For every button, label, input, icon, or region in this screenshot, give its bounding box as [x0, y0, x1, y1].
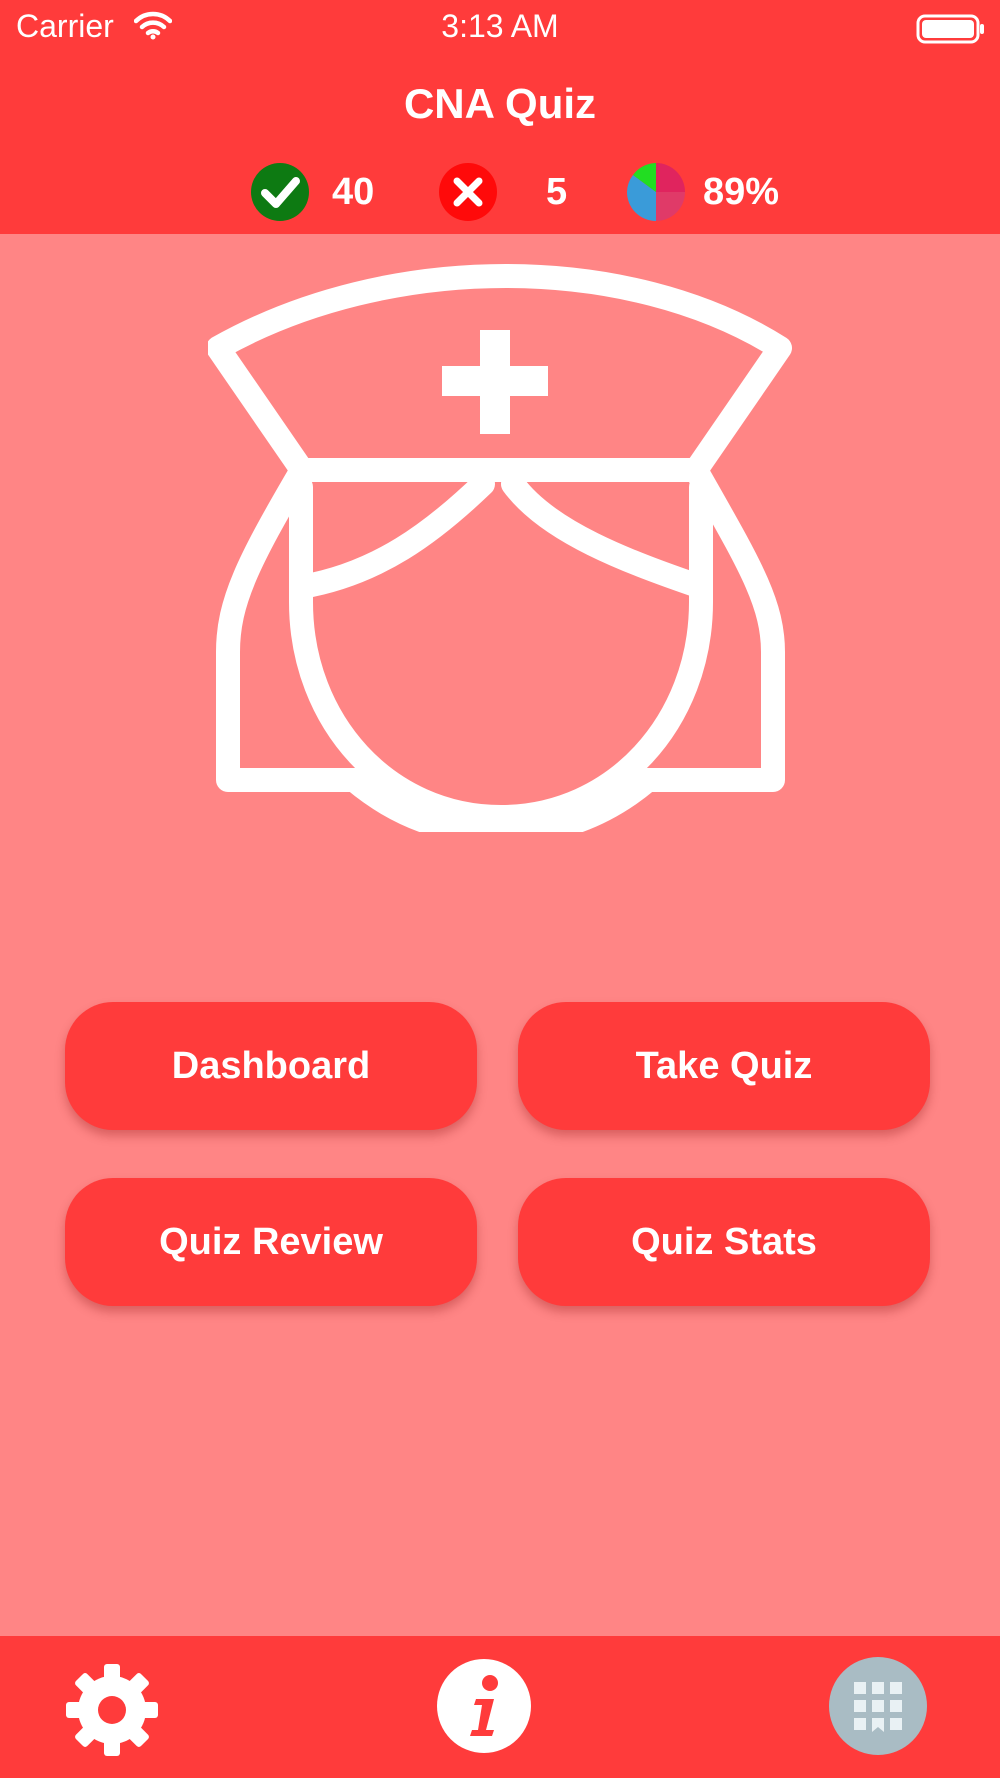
status-bar: Carrier 3:13 AM [0, 0, 1000, 56]
score-percent-stat: 89% [627, 162, 779, 222]
info-icon[interactable] [436, 1658, 532, 1759]
status-time: 3:13 AM [441, 8, 559, 44]
dashboard-button[interactable]: Dashboard [65, 1002, 477, 1130]
x-circle-icon [439, 163, 497, 221]
correct-count: 40 [332, 170, 375, 213]
wrong-count-stat: 5 [438, 162, 567, 222]
wrong-count: 5 [546, 170, 568, 213]
bottom-toolbar [0, 1636, 1000, 1778]
check-circle-icon [251, 163, 309, 221]
gear-icon[interactable] [62, 1660, 162, 1765]
battery-icon [916, 14, 986, 49]
apps-grid-icon[interactable] [828, 1656, 928, 1761]
pie-chart-icon [627, 163, 685, 221]
header: Carrier 3:13 AM CNA Quiz 40 5 89% [0, 0, 1000, 234]
quiz-stats-button[interactable]: Quiz Stats [518, 1178, 930, 1306]
quiz-review-button[interactable]: Quiz Review [65, 1178, 477, 1306]
page-title: CNA Quiz [403, 80, 597, 127]
nurse-icon [206, 262, 798, 846]
correct-count-stat: 40 [250, 162, 374, 222]
take-quiz-button[interactable]: Take Quiz [518, 1002, 930, 1130]
score-percent: 89% [703, 170, 780, 213]
